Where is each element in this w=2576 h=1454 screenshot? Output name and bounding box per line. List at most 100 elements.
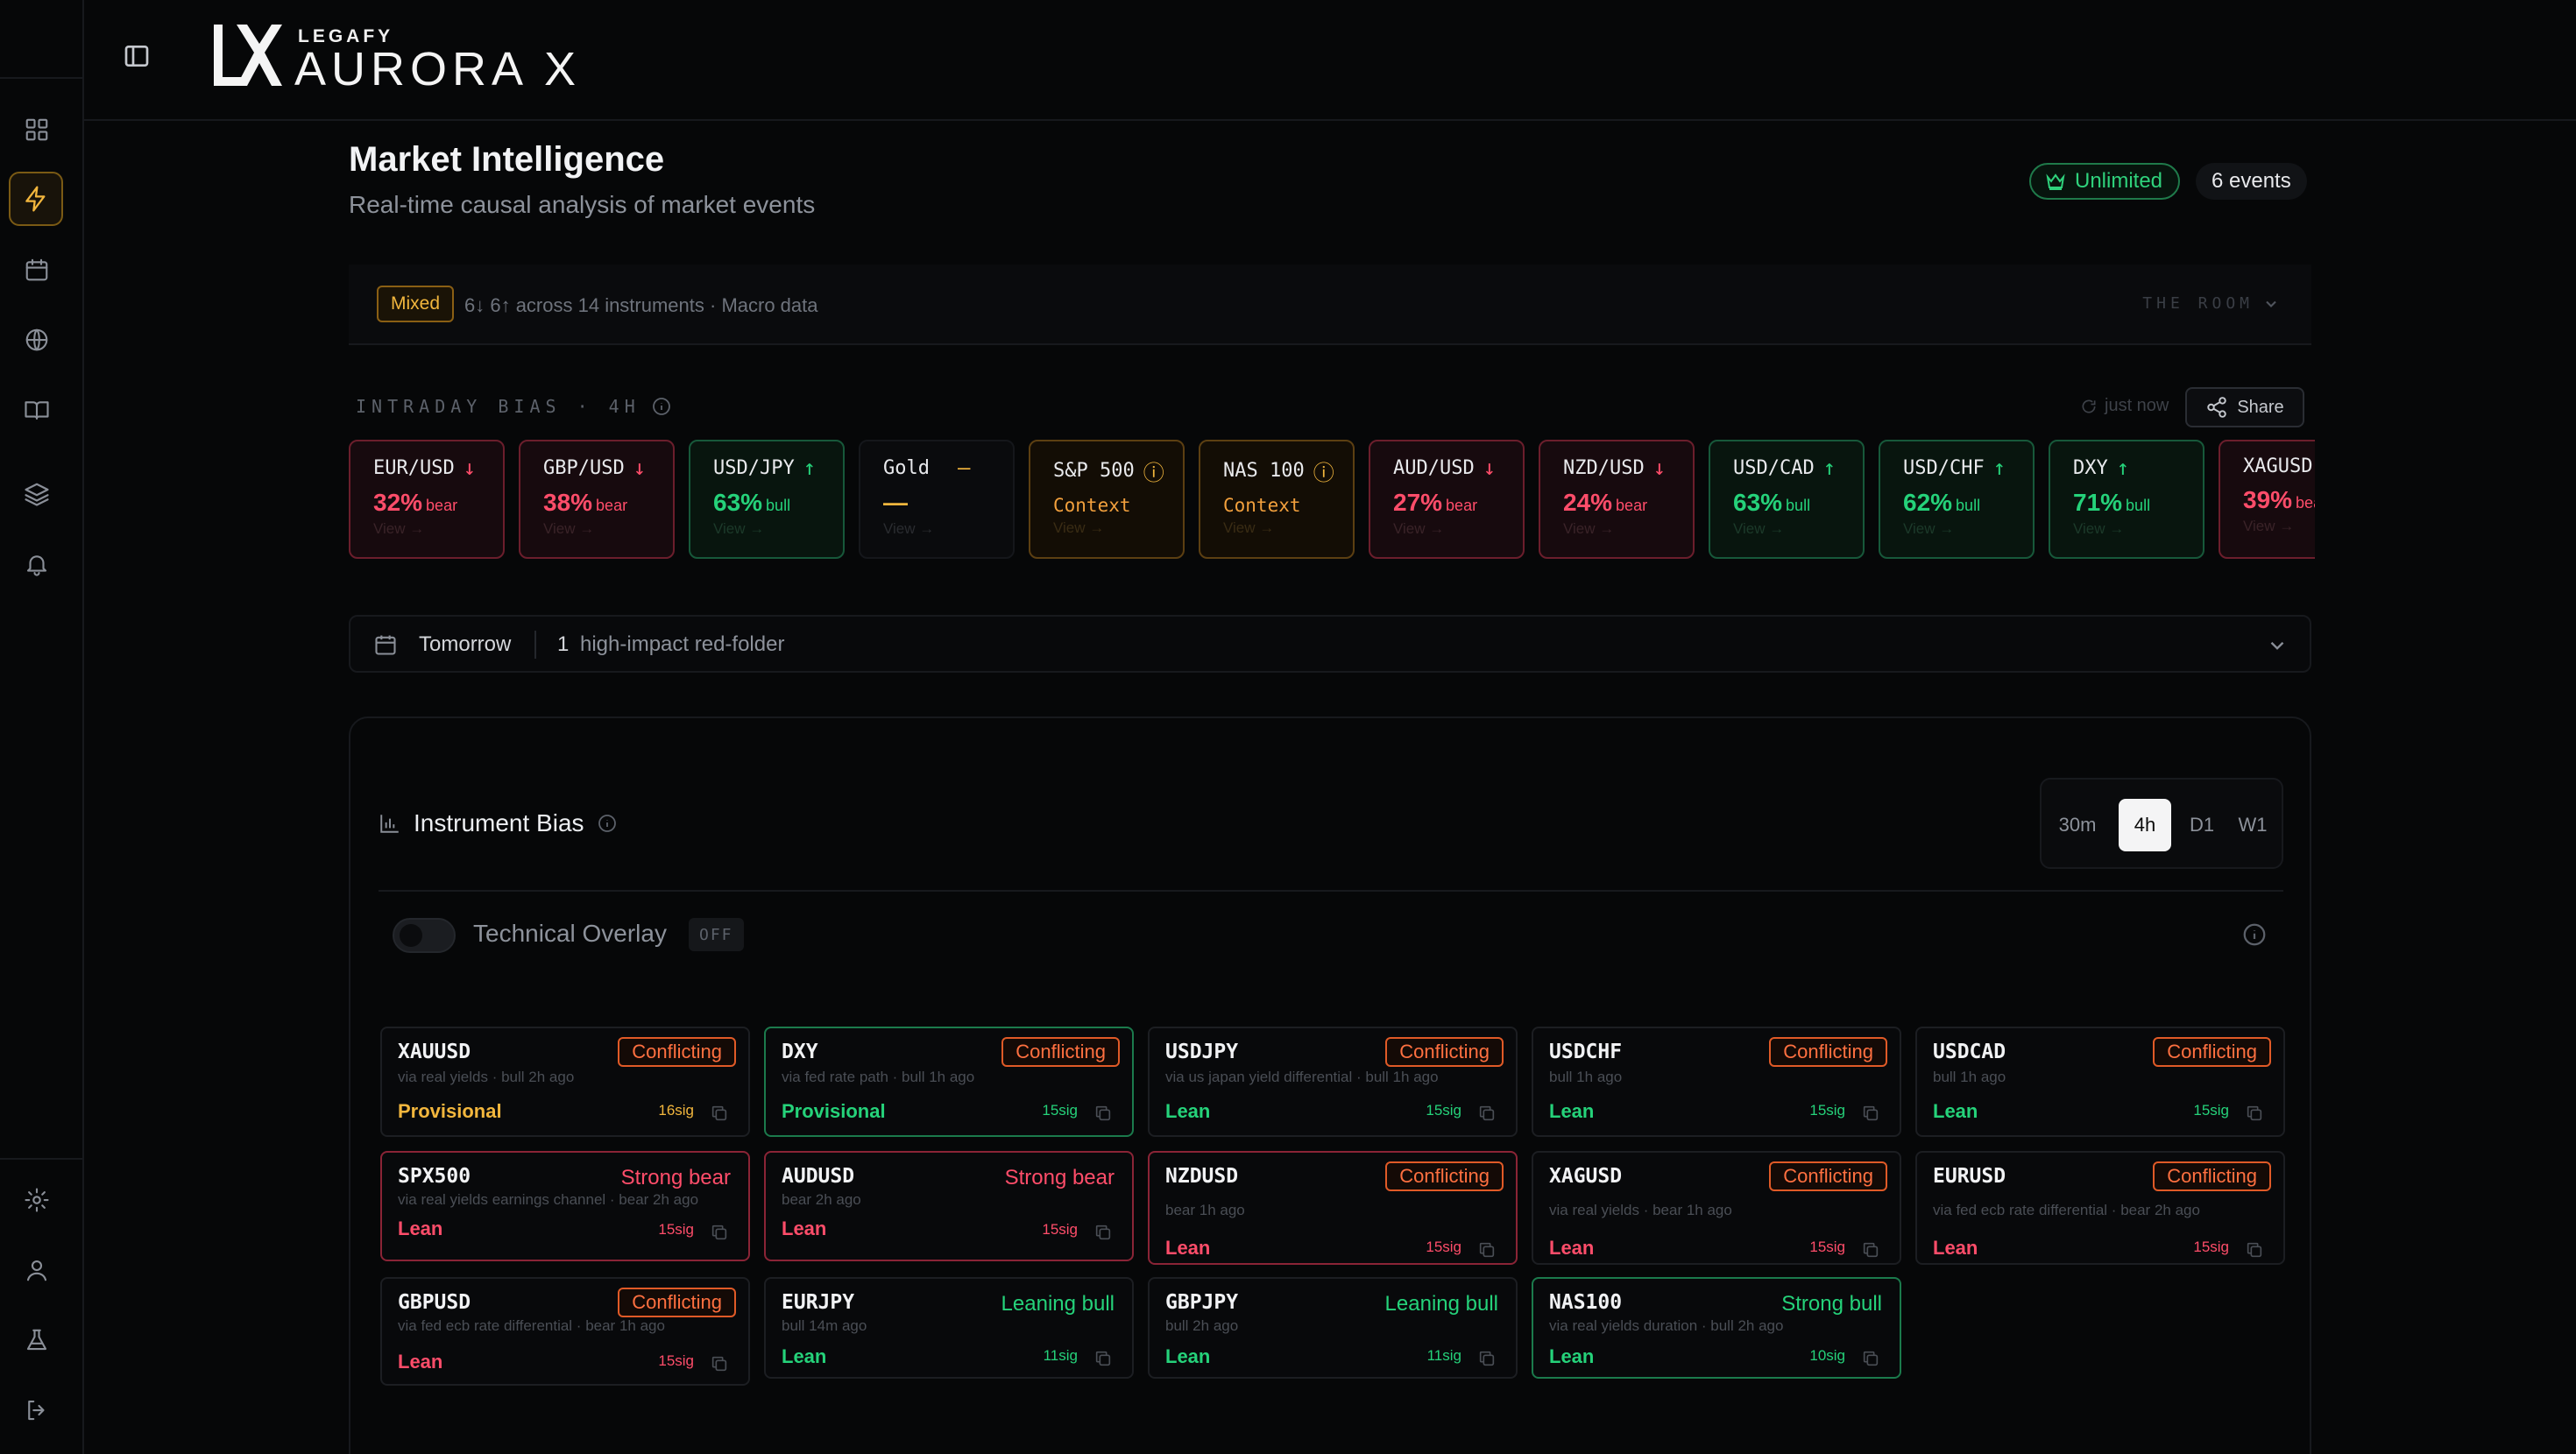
arrow-up-icon: ↑ <box>2116 455 2130 480</box>
copy-icon[interactable] <box>1477 1349 1497 1368</box>
instrument-card[interactable]: NAS100 Strong bull via real yields duratio… <box>1532 1277 1901 1379</box>
bias-card-value: 38% bear <box>543 489 628 516</box>
market-summary-bar: Mixed 6↓ 6↑ across 14 instruments · Macr… <box>349 265 2311 345</box>
the-room-toggle[interactable]: THE ROOM <box>2142 294 2280 313</box>
sidebar-item-calendar[interactable] <box>18 251 56 289</box>
sidebar-item-journal[interactable] <box>18 391 56 429</box>
copy-icon[interactable] <box>1861 1349 1880 1368</box>
bias-card-view-link[interactable]: View → <box>1903 520 2033 538</box>
copy-icon[interactable] <box>1861 1240 1880 1260</box>
bias-card-view-link[interactable]: View → <box>1393 520 1523 538</box>
timeframe-w1[interactable]: W1 <box>2229 799 2276 851</box>
brand-logo-mark <box>214 25 282 86</box>
instrument-card[interactable]: GBPJPY Leaning bull bull 2h ago Lean 11sig <box>1148 1277 1518 1379</box>
copy-icon[interactable] <box>1093 1223 1113 1242</box>
bias-card-view-link[interactable]: View → <box>2243 518 2315 535</box>
sidebar-item-dashboard[interactable] <box>18 110 56 149</box>
instrument-card[interactable]: XAGUSD Conflicting via real yields · bear … <box>1532 1151 1901 1265</box>
instrument-card[interactable]: XAUUSD Conflicting via real yields · bull … <box>380 1027 750 1137</box>
info-icon[interactable] <box>597 813 618 834</box>
bias-status-badge: Conflicting <box>618 1288 736 1317</box>
bias-card[interactable]: USD/CHF ↑ 62% bull View → <box>1879 440 2035 559</box>
sidebar-item-layers[interactable] <box>18 475 56 513</box>
gear-icon <box>25 1188 49 1212</box>
bias-card-view-link[interactable]: View → <box>883 520 1013 538</box>
bias-card[interactable]: DXY ↑ 71% bull View → <box>2049 440 2204 559</box>
signal-count: 11sig <box>1043 1347 1078 1364</box>
timeframe-4h[interactable]: 4h <box>2119 799 2171 851</box>
globe-icon <box>25 328 48 351</box>
instrument-confidence: Lean <box>1165 1100 1211 1122</box>
instrument-symbol: NZDUSD <box>1165 1165 1239 1188</box>
share-icon <box>2207 397 2227 418</box>
copy-icon[interactable] <box>1861 1104 1880 1123</box>
copy-icon[interactable] <box>2245 1104 2264 1123</box>
instrument-card[interactable]: USDCAD Conflicting bull 1h ago Lean 15sig <box>1915 1027 2285 1137</box>
instrument-driver: bear 2h ago <box>782 1191 861 1208</box>
info-icon[interactable] <box>651 396 672 417</box>
bias-card-view-link[interactable]: View → <box>1563 520 1693 538</box>
copy-icon[interactable] <box>710 1354 729 1373</box>
bias-card[interactable]: S&P 500 ⓘ Context View → <box>1029 440 1185 559</box>
instrument-symbol: USDCAD <box>1933 1041 2006 1063</box>
copy-icon[interactable] <box>1093 1104 1113 1123</box>
bias-card[interactable]: NZD/USD ↓ 24% bear View → <box>1539 440 1695 559</box>
copy-icon[interactable] <box>710 1104 729 1123</box>
sidebar-item-intelligence[interactable] <box>9 172 63 226</box>
copy-icon[interactable] <box>1477 1104 1497 1123</box>
sidebar-item-markets[interactable] <box>18 321 56 359</box>
crown-icon <box>2046 173 2065 190</box>
signal-count: 15sig <box>2193 1239 2229 1255</box>
tomorrow-label: Tomorrow <box>419 632 512 656</box>
arrow-up-icon: ↑ <box>1822 455 1836 480</box>
info-icon[interactable] <box>2241 921 2268 948</box>
instrument-card[interactable]: SPX500 Strong bear via real yields earning… <box>380 1151 750 1261</box>
bias-card-view-link[interactable]: View → <box>1223 519 1353 537</box>
sidebar-item-lab[interactable] <box>18 1321 56 1359</box>
upcoming-events-bar[interactable]: Tomorrow 1 high-impact red-folder <box>349 615 2311 673</box>
refresh-status[interactable]: just now <box>2080 396 2169 416</box>
instrument-card[interactable]: EURUSD Conflicting via fed ecb rate differ… <box>1915 1151 2285 1265</box>
copy-icon[interactable] <box>1093 1349 1113 1368</box>
sidebar-item-settings[interactable] <box>18 1181 56 1219</box>
signal-count: 15sig <box>1426 1239 1461 1255</box>
bias-card[interactable]: USD/CAD ↑ 63% bull View → <box>1709 440 1865 559</box>
sidebar-item-alerts[interactable] <box>18 545 56 583</box>
bias-card-view-link[interactable]: View → <box>543 520 673 538</box>
copy-icon[interactable] <box>2245 1240 2264 1260</box>
bias-card-view-link[interactable]: View → <box>373 520 503 538</box>
timeframe-30m[interactable]: 30m <box>2050 799 2105 851</box>
instrument-card[interactable]: NZDUSD Conflicting bear 1h ago Lean 15sig <box>1148 1151 1518 1265</box>
bias-card[interactable]: Gold — — View → <box>859 440 1015 559</box>
timeframe-d1[interactable]: D1 <box>2180 799 2224 851</box>
bias-card[interactable]: NAS 100 ⓘ Context View → <box>1199 440 1355 559</box>
plan-badge-label: Unlimited <box>2075 169 2163 193</box>
bias-status-badge: Conflicting <box>1769 1037 1887 1067</box>
copy-icon[interactable] <box>710 1223 729 1242</box>
intraday-bias-label: INTRADAY BIAS · 4H <box>356 396 640 417</box>
technical-overlay-toggle[interactable] <box>393 918 456 953</box>
signal-count: 15sig <box>1426 1102 1461 1119</box>
bias-card[interactable]: XAGUSD 39%bear View → <box>2219 440 2315 559</box>
bias-card-view-link[interactable]: View → <box>1733 520 1863 538</box>
share-button[interactable]: Share <box>2185 387 2304 427</box>
bias-card[interactable]: GBP/USD ↓ 38% bear View → <box>519 440 675 559</box>
instrument-card[interactable]: AUDUSD Strong bear bear 2h ago Lean 15sig <box>764 1151 1134 1261</box>
bias-card[interactable]: AUD/USD ↓ 27% bear View → <box>1369 440 1525 559</box>
copy-icon[interactable] <box>1477 1240 1497 1260</box>
bias-card[interactable]: EUR/USD ↓ 32% bear View → <box>349 440 505 559</box>
bias-card[interactable]: USD/JPY ↑ 63% bull View → <box>689 440 845 559</box>
instrument-card[interactable]: EURJPY Leaning bull bull 14m ago Lean 11sig <box>764 1277 1134 1379</box>
instrument-card[interactable]: USDCHF Conflicting bull 1h ago Lean 15sig <box>1532 1027 1901 1137</box>
bias-card-view-link[interactable]: View → <box>1053 519 1183 537</box>
sidebar-item-profile[interactable] <box>18 1251 56 1289</box>
instrument-card[interactable]: USDJPY Conflicting via us japan yield diff… <box>1148 1027 1518 1137</box>
sidebar-item-logout[interactable] <box>18 1391 56 1429</box>
bias-card-view-link[interactable]: View → <box>2073 520 2203 538</box>
instrument-card[interactable]: GBPUSD Conflicting via fed ecb rate differ… <box>380 1277 750 1386</box>
panel-toggle-button[interactable] <box>123 42 151 70</box>
instrument-confidence: Lean <box>398 1218 443 1239</box>
instrument-card[interactable]: DXY Conflicting via fed rate path · bull 1… <box>764 1027 1134 1137</box>
bias-card-view-link[interactable]: View → <box>713 520 843 538</box>
logout-icon <box>28 1400 45 1421</box>
